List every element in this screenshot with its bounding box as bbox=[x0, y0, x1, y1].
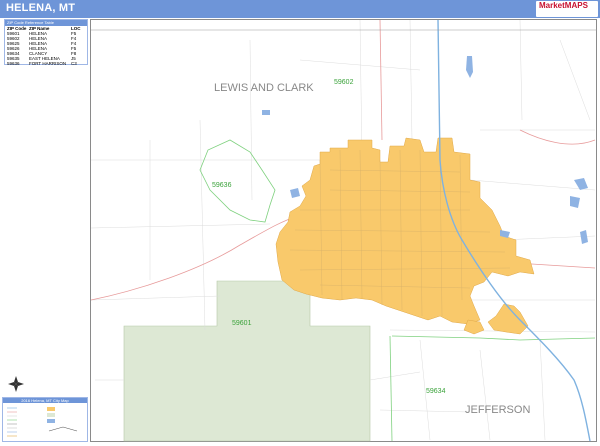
forest-area bbox=[123, 280, 371, 442]
city-area-annex-2 bbox=[463, 319, 485, 335]
compass-rose-icon bbox=[8, 376, 24, 392]
legend-swatches bbox=[7, 407, 78, 437]
county-label-lewis-and-clark: LEWIS AND CLARK bbox=[214, 82, 314, 94]
map-canvas: LEWIS AND CLARK JEFFERSON 59602 59636 59… bbox=[8, 19, 597, 442]
zip-label-59634: 59634 bbox=[426, 388, 446, 395]
zip-label-59602: 59602 bbox=[334, 79, 354, 86]
county-label-jefferson: JEFFERSON bbox=[465, 404, 530, 416]
city-area-annex bbox=[487, 303, 529, 335]
map-legend: 2016 Helena, MT City Map bbox=[2, 397, 88, 442]
zip-label-59636: 59636 bbox=[212, 182, 232, 189]
zip-label-59601: 59601 bbox=[232, 320, 252, 327]
